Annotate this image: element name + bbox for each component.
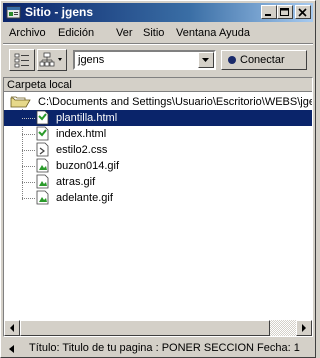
connect-button[interactable]: Conectar (221, 50, 307, 70)
root-folder-row[interactable]: C:\Documents and Settings\Usuario\Escrit… (4, 94, 312, 110)
file-name: adelante.gif (56, 192, 113, 204)
maximize-icon (280, 8, 289, 16)
file-row-buzon014[interactable]: buzon014.gif (4, 158, 312, 174)
close-button[interactable] (295, 5, 311, 19)
menu-sitio[interactable]: Sitio (143, 27, 164, 40)
chevron-down-icon (202, 58, 209, 62)
tree-branch (22, 166, 35, 167)
connect-icon (228, 56, 236, 64)
horizontal-scrollbar[interactable] (4, 320, 312, 336)
gif-file-icon (36, 158, 49, 173)
minimize-icon (265, 14, 271, 16)
menu-edicion[interactable]: Edición (58, 27, 94, 40)
menu-ayuda[interactable]: Ayuda (219, 27, 250, 40)
tree-branch (22, 150, 35, 151)
site-files-view-button[interactable] (9, 49, 35, 71)
site-selector-value: jgens (78, 54, 105, 66)
status-text: Título: Titulo de tu pagina : PONER SECC… (29, 342, 300, 354)
site-window: Sitio - jgens Archivo Edición Ver Sitio … (0, 0, 316, 358)
file-name: buzon014.gif (56, 160, 119, 172)
menu-ver[interactable]: Ver (116, 27, 133, 40)
status-bar: Título: Titulo de tu pagina : PONER SECC… (3, 339, 313, 357)
chevron-right-icon (302, 324, 306, 332)
css-file-icon (36, 142, 49, 157)
window-title: Sitio - jgens (25, 5, 94, 19)
local-folder-panel: Carpeta local C:\Documents and Settings\… (3, 77, 313, 337)
panel-header-label: Carpeta local (7, 79, 72, 91)
site-selector[interactable]: jgens (73, 50, 216, 70)
file-name: estilo2.css (56, 144, 108, 156)
scroll-left-button[interactable] (4, 320, 20, 336)
site-selector-dropdown-button[interactable] (198, 52, 214, 68)
minimize-button[interactable] (261, 5, 277, 19)
file-row-index[interactable]: index.html (4, 126, 312, 142)
menu-ventana[interactable]: Ventana (176, 27, 216, 40)
file-row-plantilla[interactable]: plantilla.html (4, 110, 312, 126)
menu-divider (3, 43, 313, 45)
collapse-left-icon (9, 345, 14, 353)
file-name: plantilla.html (56, 112, 118, 124)
gif-file-icon (36, 190, 49, 205)
file-row-atras[interactable]: atras.gif (4, 174, 312, 190)
tree-branch (22, 134, 35, 135)
maximize-button[interactable] (277, 5, 293, 19)
site-map-icon (39, 52, 62, 67)
tree-branch (22, 182, 35, 183)
menu-bar: Archivo Edición Ver Sitio Ventana Ayuda (3, 24, 313, 42)
connect-button-label: Conectar (240, 54, 285, 66)
site-window-icon (6, 5, 21, 20)
html-file-icon (36, 110, 49, 125)
file-name: index.html (56, 128, 107, 140)
site-map-button[interactable] (37, 49, 67, 71)
file-name: atras.gif (56, 176, 96, 188)
panel-column-header[interactable]: Carpeta local (4, 78, 312, 92)
scroll-thumb[interactable] (20, 320, 270, 336)
scroll-right-button[interactable] (296, 320, 312, 336)
open-folder-icon (10, 96, 31, 108)
file-row-estilo2[interactable]: estilo2.css (4, 142, 312, 158)
chevron-left-icon (10, 324, 14, 332)
root-folder-path: C:\Documents and Settings\Usuario\Escrit… (38, 96, 313, 108)
tree-branch (22, 118, 35, 119)
tree-branch (22, 198, 35, 199)
site-toolbar: jgens Conectar (3, 46, 313, 74)
html-file-icon (36, 126, 49, 141)
close-icon (298, 8, 307, 17)
menu-archivo[interactable]: Archivo (9, 27, 46, 40)
title-bar[interactable]: Sitio - jgens (3, 3, 313, 22)
file-row-adelante[interactable]: adelante.gif (4, 190, 312, 206)
file-list-icon (14, 53, 29, 68)
gif-file-icon (36, 174, 49, 189)
